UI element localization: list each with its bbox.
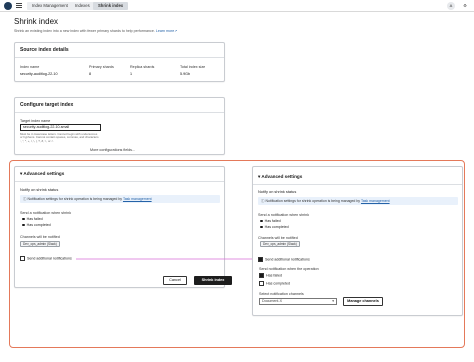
divider — [15, 181, 224, 182]
channels-label-left: Channels will be notified — [20, 235, 60, 239]
source-index-panel: Source index details Index name security… — [14, 42, 225, 82]
settings-icon[interactable]: ⚙ — [461, 2, 469, 10]
notify-heading-right: Notify on shrink status — [258, 189, 297, 194]
top-navigation-bar: Index Management Indexes Shrink index A … — [0, 0, 474, 12]
menu-icon[interactable] — [16, 3, 22, 8]
target-name-hint: Must be in lowercase letters. Cannot beg… — [20, 132, 99, 143]
source-col-total-size: Total index size 5.9Gb — [180, 65, 206, 76]
send-additional-checkbox-left[interactable]: Send additional notifications — [20, 256, 72, 261]
target-index-panel: Configure target index Target index name… — [14, 97, 225, 155]
channel-token-left: Dev_ops_admin (Slack) — [20, 241, 60, 247]
source-index-title: Source index details — [20, 47, 69, 53]
send-label-right: Send a notification when shrink — [258, 213, 310, 217]
learn-more-link[interactable]: Learn more — [156, 29, 174, 33]
cancel-button[interactable]: Cancel — [163, 276, 187, 285]
source-col-primary-shards: Primary shards 8 — [89, 65, 114, 76]
manage-channels-button[interactable]: Manage channels — [343, 297, 383, 306]
source-col-index-name: Index name security-auditlog-22-10 — [20, 65, 58, 76]
chevron-down-icon: ▾ — [332, 299, 334, 303]
radio-has-failed-left: Has failed — [22, 217, 43, 221]
divider — [253, 184, 462, 185]
radio-has-completed-left: Has completed — [22, 223, 51, 227]
task-management-link[interactable]: Task management — [123, 197, 152, 201]
divider — [15, 57, 224, 58]
target-name-label: Target index name — [20, 119, 51, 123]
info-callout-right: ⓘ Notification settings for shrink opera… — [258, 197, 458, 205]
op-has-failed-checkbox[interactable]: Has failed — [259, 273, 282, 278]
page-title: Shrink index — [14, 17, 59, 26]
source-col-replica-shards: Replica shards 1 — [130, 65, 155, 76]
breadcrumb-indexes[interactable]: Indexes — [70, 2, 95, 10]
advanced-settings-panel-right: ▾ Advanced settings Notify on shrink sta… — [252, 166, 463, 316]
op-has-completed-checkbox[interactable]: Has completed — [259, 281, 290, 286]
more-configurations-link[interactable]: More configurations fields... — [90, 148, 135, 152]
target-name-input[interactable]: security-auditlog-22-10-small — [20, 124, 101, 131]
shrink-index-button[interactable]: Shrink index — [194, 276, 232, 285]
send-additional-checkbox-right[interactable]: Send additional notifications — [258, 257, 310, 262]
channel-token-right: Dev_ops_admin (Slack) — [260, 241, 300, 247]
target-index-title: Configure target index — [20, 102, 74, 108]
divider — [15, 112, 224, 113]
operation-label: Send notification when the operation — [259, 267, 319, 271]
radio-has-completed-right: Has completed — [260, 225, 289, 229]
page-subtitle: Shrink an existing index into a new inde… — [14, 29, 178, 33]
send-label-left: Send a notification when shrink — [20, 211, 72, 215]
advanced-settings-panel-left: ▾ Advanced settings Notify on shrink sta… — [14, 166, 225, 288]
notify-heading-left: Notify on shrink status — [20, 187, 59, 192]
radio-has-failed-right: Has failed — [260, 219, 281, 223]
external-link-icon: ↗ — [174, 29, 178, 33]
breadcrumb-index-management[interactable]: Index Management — [27, 2, 73, 10]
user-avatar-icon[interactable]: A — [447, 2, 455, 10]
notification-channels-select[interactable]: Document-X ▾ — [259, 298, 337, 305]
app-logo-icon[interactable] — [4, 2, 12, 10]
advanced-settings-title-right[interactable]: ▾ Advanced settings — [258, 174, 302, 180]
breadcrumb-shrink-index: Shrink index — [93, 2, 129, 10]
channels-label-right: Channels will be notified — [258, 236, 298, 240]
advanced-settings-title-left[interactable]: ▾ Advanced settings — [20, 171, 64, 177]
info-callout-left: ⓘ Notification settings for shrink opera… — [20, 195, 220, 203]
task-management-link[interactable]: Task management — [361, 199, 390, 203]
select-channels-label: Select notification channels — [259, 292, 304, 296]
